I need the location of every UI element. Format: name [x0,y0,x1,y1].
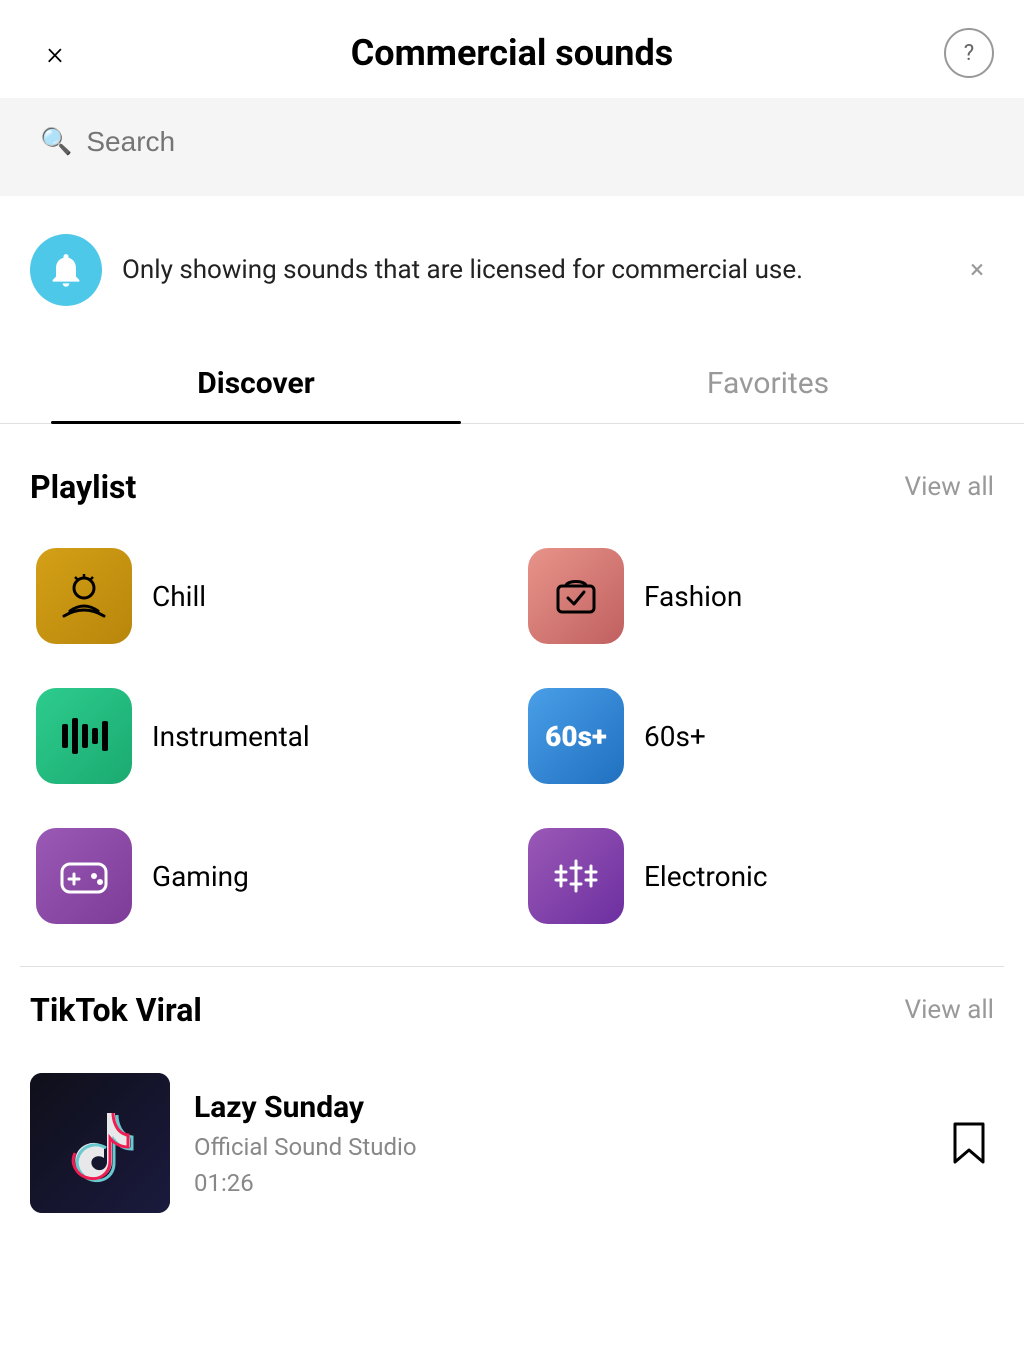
60s-text: 60s+ [545,720,607,753]
playlist-item-electronic[interactable]: Electronic [512,806,1004,946]
playlist-item-fashion[interactable]: Fashion [512,526,1004,666]
gaming-icon [36,828,132,924]
chill-icon-svg [54,566,114,626]
viral-item-lazy-sunday[interactable]: Lazy Sunday Official Sound Studio 01:26 [0,1049,1024,1237]
bell-icon [46,250,86,290]
gaming-icon-svg [54,846,114,906]
viral-track-artist: Official Sound Studio [194,1133,920,1161]
instrumental-icon [36,688,132,784]
header: × Commercial sounds ? [0,0,1024,98]
notification-text: Only showing sounds that are licensed fo… [122,252,803,288]
60s-icon: 60s+ [528,688,624,784]
electronic-label: Electronic [644,860,768,893]
playlist-item-chill[interactable]: Chill [20,526,512,666]
chill-icon [36,548,132,644]
help-button[interactable]: ? [944,28,994,78]
instrumental-label: Instrumental [152,720,310,753]
electronic-icon-svg [546,846,606,906]
playlist-title: Playlist [30,468,136,506]
gaming-label: Gaming [152,860,249,893]
playlist-grid: Chill Fashion Instrumental 60s+ [0,526,1024,946]
60s-label: 60s+ [644,720,706,753]
viral-thumbnail [30,1073,170,1213]
viral-title: TikTok Viral [30,991,202,1029]
search-input[interactable] [86,126,984,158]
fashion-icon [528,548,624,644]
playlist-item-gaming[interactable]: Gaming [20,806,512,946]
viral-info: Lazy Sunday Official Sound Studio 01:26 [194,1090,920,1197]
notification-close-button[interactable]: × [960,245,994,295]
playlist-view-all-button[interactable]: View all [905,472,994,502]
notification-icon [30,234,102,306]
notification-left: Only showing sounds that are licensed fo… [30,234,960,306]
search-container: 🔍 [0,98,1024,196]
tab-favorites[interactable]: Favorites [512,344,1024,423]
search-icon: 🔍 [40,127,72,157]
playlist-section-header: Playlist View all [0,444,1024,526]
bookmark-button[interactable] [944,1118,994,1168]
viral-track-duration: 01:26 [194,1169,920,1197]
close-button[interactable]: × [30,28,80,78]
page-title: Commercial sounds [80,32,944,74]
viral-track-title: Lazy Sunday [194,1090,920,1125]
tiktok-logo-icon [60,1103,140,1183]
bookmark-icon [951,1120,987,1166]
tab-discover[interactable]: Discover [0,344,512,423]
viral-view-all-button[interactable]: View all [905,995,994,1025]
instrumental-icon-svg [54,706,114,766]
tiktok-viral-section: TikTok Viral View all Lazy Sunday Offici… [0,967,1024,1237]
playlist-item-instrumental[interactable]: Instrumental [20,666,512,806]
playlist-item-60s[interactable]: 60s+ 60s+ [512,666,1004,806]
chill-label: Chill [152,580,206,613]
search-bar: 🔍 [20,108,1004,176]
fashion-label: Fashion [644,580,742,613]
electronic-icon [528,828,624,924]
tabs-container: Discover Favorites [0,344,1024,424]
viral-section-header: TikTok Viral View all [0,967,1024,1049]
notification-banner: Only showing sounds that are licensed fo… [0,206,1024,334]
fashion-icon-svg [546,566,606,626]
